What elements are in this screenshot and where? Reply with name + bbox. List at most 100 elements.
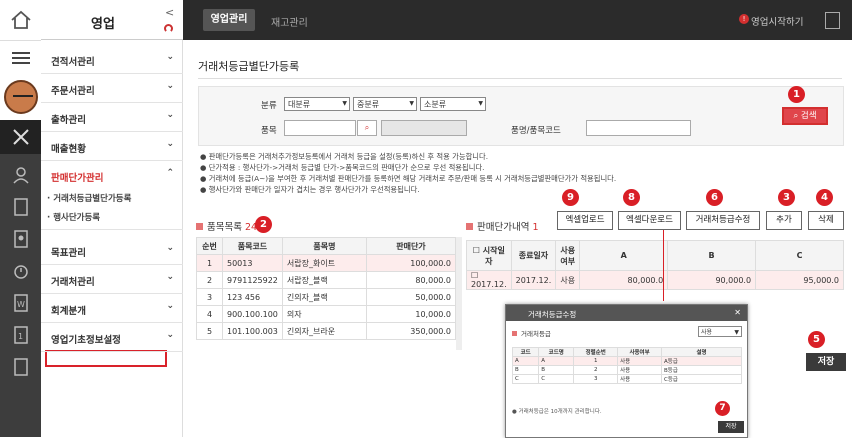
category-small-select[interactable]: 소분류 bbox=[420, 97, 486, 111]
table-row[interactable]: A A 1 사용 A등급 bbox=[511, 356, 742, 366]
connector-line bbox=[663, 230, 664, 266]
sidebar-item-targets[interactable]: 목표관리 ⌄ bbox=[41, 236, 183, 265]
chevron-down-icon: ⌄ bbox=[166, 243, 174, 253]
tools-icon[interactable] bbox=[0, 120, 41, 154]
item-list-title: 품목목록 24 bbox=[196, 219, 257, 233]
badge-8: 8 bbox=[623, 189, 640, 206]
sidebar-item-quotes[interactable]: 견적서관리 ⌄ bbox=[41, 45, 183, 74]
sidebar-item-orders[interactable]: 주문서관리 ⌄ bbox=[41, 74, 183, 103]
document-1-icon[interactable]: 1 bbox=[0, 320, 41, 350]
item-code-input[interactable] bbox=[284, 120, 356, 136]
scrollbar[interactable] bbox=[456, 237, 462, 350]
table-row[interactable]: B B 2 사용 B등급 bbox=[511, 365, 742, 375]
col-header: C bbox=[755, 240, 844, 271]
sidebar-item-label: 판매단가관리 bbox=[51, 173, 104, 184]
subitem-event-price[interactable]: · 행사단가등록 bbox=[47, 211, 100, 223]
section-icon bbox=[466, 223, 473, 230]
save-button[interactable]: 저장 bbox=[806, 353, 846, 371]
checkbox[interactable]: ☐ bbox=[473, 246, 480, 255]
calculator-icon[interactable] bbox=[825, 12, 840, 29]
subitem-grade-price[interactable]: · 거래처등급별단가등록 bbox=[47, 192, 131, 204]
col-header: 사용여부 bbox=[617, 347, 662, 357]
hamburger-menu-icon[interactable] bbox=[0, 40, 41, 74]
use-filter-select[interactable]: 사용 bbox=[698, 326, 742, 337]
item-name-display bbox=[381, 120, 467, 136]
sidebar-item-label: 목표관리 bbox=[51, 248, 86, 259]
highlight-box bbox=[45, 350, 167, 367]
note-4: ● 행사단가와 판매단가 일자가 겹치는 경우 행사단가가 우선적용됩니다. bbox=[200, 185, 420, 194]
item-list-table: 순번 품목코드 품목명 판매단가 1 50013 서랍장_화이트 100,000.0 … bbox=[196, 237, 457, 340]
section-icon bbox=[196, 223, 203, 230]
user-icon[interactable] bbox=[0, 160, 41, 190]
sidebar-item-label: 거래처관리 bbox=[51, 277, 95, 288]
sidebar-item-settings[interactable]: 영업기초정보설정 ⌄ bbox=[41, 323, 183, 352]
note-2: ● 단가적용 : 행사단가->거래처 등급별 단가->품목코드의 판매단가 순으… bbox=[200, 163, 485, 172]
delete-button[interactable]: 삭제 bbox=[808, 211, 844, 230]
contact-icon[interactable] bbox=[0, 224, 41, 254]
category-mid-select[interactable]: 중분류 bbox=[353, 97, 417, 111]
add-button[interactable]: 추가 bbox=[766, 211, 802, 230]
sidebar-item-clients[interactable]: 거래처관리 ⌄ bbox=[41, 265, 183, 294]
col-header: ☐ 시작일자 bbox=[466, 240, 512, 271]
table-row[interactable]: 4 900.100.100 의자 10,000.0 bbox=[196, 305, 457, 323]
item-label: 품목 bbox=[261, 126, 277, 136]
headset-icon[interactable] bbox=[164, 24, 173, 33]
chevron-down-icon: ⌄ bbox=[166, 81, 174, 91]
table-row[interactable]: 1 50013 서랍장_화이트 100,000.0 bbox=[196, 254, 457, 272]
icon-bar: W 1 bbox=[0, 0, 41, 437]
modal-note: ● 거래처등급은 10개까지 관리합니다. bbox=[512, 409, 602, 415]
excel-upload-button[interactable]: 엑셀업로드 bbox=[557, 211, 613, 230]
badge-7: 7 bbox=[715, 401, 730, 416]
badge-4: 4 bbox=[816, 189, 833, 206]
grade-table: 코드 코드명 정렬순번 사용여부 설명 A A 1 사용 A등급 B B 2 사용 B등급 CC… bbox=[511, 347, 742, 384]
excel-download-button[interactable]: 엑셀다운로드 bbox=[618, 211, 681, 230]
col-header: 설명 bbox=[661, 347, 742, 357]
category-large-select[interactable]: 대분류 bbox=[284, 97, 350, 111]
note-1: ● 판매단가등록은 거래처추가정보등록에서 거래처 등급을 설정(등록)하신 후… bbox=[200, 152, 489, 161]
sidebar-item-label: 출하관리 bbox=[51, 115, 86, 126]
sidebar-item-sales-status[interactable]: 매출현황 ⌄ bbox=[41, 132, 183, 161]
table-row[interactable]: 5 101.100.003 긴의자_브라운 350,000.0 bbox=[196, 322, 457, 340]
search-icon[interactable]: ⌕ bbox=[357, 120, 377, 136]
sidebar-title: 영업 bbox=[91, 17, 115, 32]
collapse-chevron-icon[interactable]: < bbox=[165, 6, 174, 19]
item-name-input[interactable] bbox=[586, 120, 691, 136]
col-header: 사용여부 bbox=[555, 240, 581, 271]
table-row[interactable]: 3 123 456 긴의자_블랙 50,000.0 bbox=[196, 288, 457, 306]
notebook-icon[interactable] bbox=[0, 192, 41, 222]
table-row[interactable]: C C 3 사용 C등급 bbox=[511, 374, 742, 384]
grade-edit-button[interactable]: 거래처등급수정 bbox=[686, 211, 760, 230]
price-history-table: ☐ 시작일자 종료일자 사용여부 A B C ☐ 2017.12. 2017.1… bbox=[466, 240, 844, 290]
badge-6: 6 bbox=[706, 189, 723, 206]
grade-edit-modal: 거래처등급수정 ✕ 거래처등급 사용 코드 코드명 정렬순번 사용여부 설명 A… bbox=[505, 304, 748, 438]
start-sales-link[interactable]: 영업시작하기 bbox=[751, 14, 803, 28]
modal-section-title: 거래처등급 bbox=[512, 328, 551, 338]
chevron-down-icon: ⌄ bbox=[166, 110, 174, 120]
checkbox[interactable]: ☐ bbox=[471, 271, 478, 280]
table-row[interactable]: 2 9791125922 서랍장_블랙 80,000.0 bbox=[196, 271, 457, 289]
info-icon: ! bbox=[739, 14, 749, 24]
search-button[interactable]: ⌕ 검색 bbox=[782, 107, 828, 125]
table-row[interactable]: ☐ 2017.12. 2017.12. 사용 80,000.0 90,000.0… bbox=[466, 270, 844, 290]
col-header: 판매단가 bbox=[365, 237, 457, 255]
avatar[interactable] bbox=[0, 74, 41, 120]
alarm-clock-icon[interactable] bbox=[0, 256, 41, 286]
sidebar-item-shipping[interactable]: 출하관리 ⌄ bbox=[41, 103, 183, 132]
sidebar-item-price-management[interactable]: 판매단가관리 ⌃ · 거래처등급별단가등록 · 행사단가등록 bbox=[41, 161, 183, 367]
col-header: 종료일자 bbox=[510, 240, 557, 271]
tab-inventory-management[interactable]: 재고관리 bbox=[271, 14, 308, 29]
close-icon[interactable]: ✕ bbox=[734, 308, 741, 317]
section-icon bbox=[512, 331, 517, 336]
document-icon[interactable] bbox=[0, 352, 41, 382]
note-3: ● 거래처에 등급(A~)을 부여한 후 거래처별 판매단가를 등록하면 해당 … bbox=[200, 174, 617, 183]
modal-save-button[interactable]: 저장 bbox=[718, 421, 744, 433]
sidebar-item-accounting[interactable]: 회계분개 ⌄ bbox=[41, 294, 183, 323]
tab-sales-management[interactable]: 영업관리 bbox=[203, 9, 255, 31]
category-label: 분류 bbox=[261, 101, 277, 111]
badge-1: 1 bbox=[788, 86, 805, 103]
document-w-icon[interactable]: W bbox=[0, 288, 41, 318]
home-icon[interactable] bbox=[0, 0, 41, 40]
badge-2: 2 bbox=[255, 216, 272, 233]
price-history-title: 판매단가내역 1 bbox=[466, 219, 539, 233]
chevron-down-icon: ⌄ bbox=[166, 330, 174, 340]
